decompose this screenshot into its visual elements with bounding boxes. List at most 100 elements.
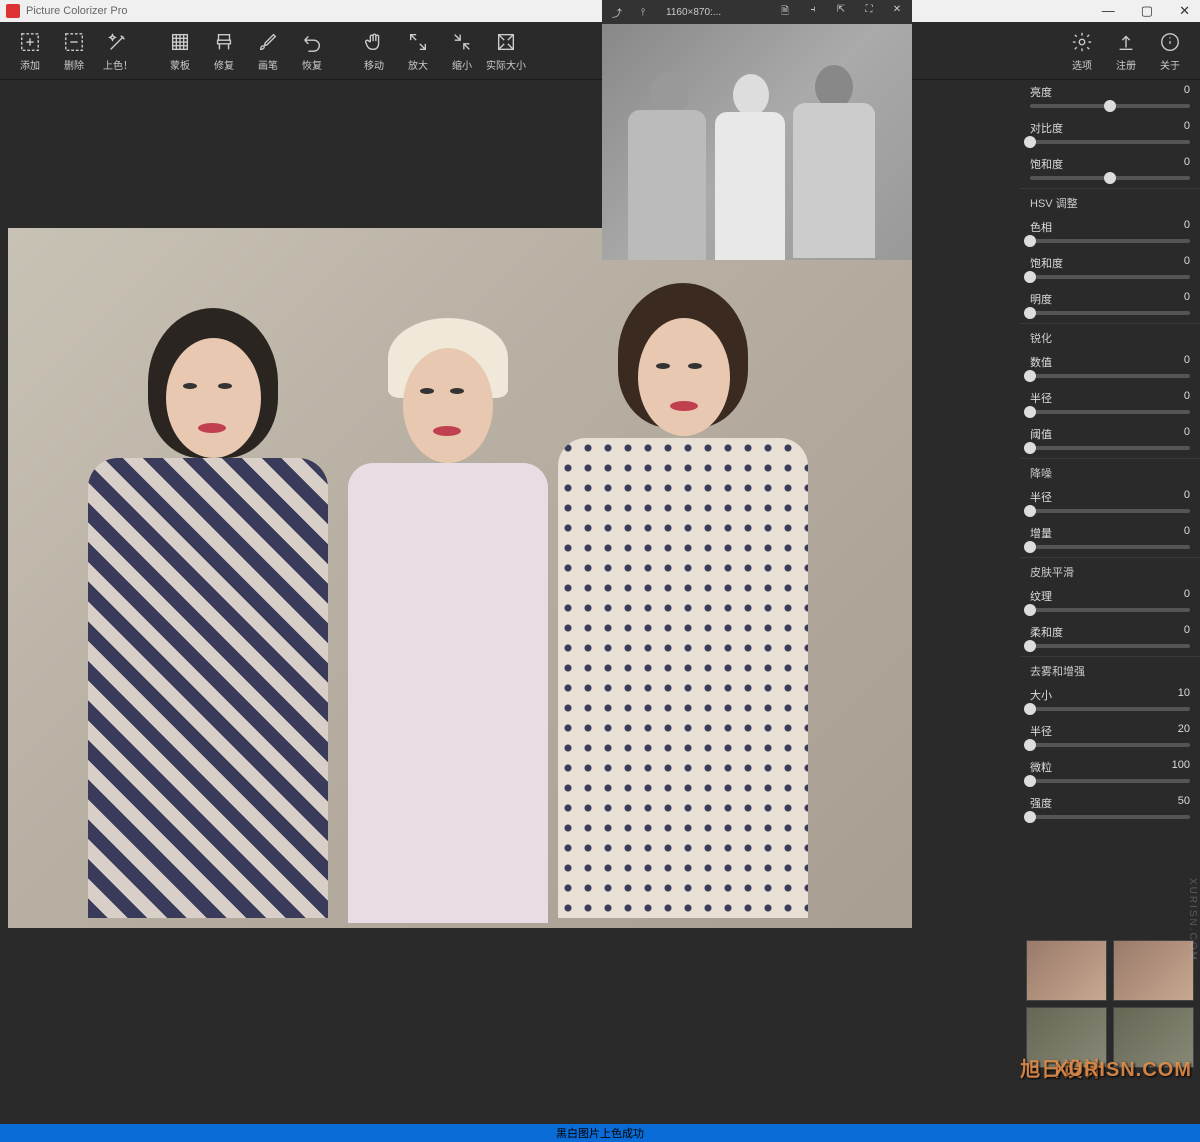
slider-thumb[interactable] [1024, 739, 1036, 751]
slider-track[interactable] [1030, 509, 1190, 513]
thumbnail-4[interactable] [1113, 1007, 1194, 1068]
slider-grain[interactable]: 微粒100 [1020, 755, 1200, 791]
slider-label: 饱和度 [1030, 255, 1063, 271]
slider-hue[interactable]: 色相0 [1020, 215, 1200, 251]
brush-button[interactable]: 画笔 [246, 26, 290, 76]
slider-val[interactable]: 明度0 [1020, 287, 1200, 323]
thumbnail-1[interactable] [1026, 940, 1107, 1001]
slider-texture[interactable]: 纹理0 [1020, 584, 1200, 620]
window-close-button[interactable]: ✕ [1175, 3, 1194, 19]
slider-thresh[interactable]: 阈值0 [1020, 422, 1200, 458]
register-button[interactable]: 注册 [1104, 26, 1148, 76]
slider-eradius[interactable]: 半径20 [1020, 719, 1200, 755]
tool-label: 删除 [64, 57, 84, 72]
move-button[interactable]: 移动 [352, 26, 396, 76]
remove-button[interactable]: 删除 [52, 26, 96, 76]
tool-label: 移动 [364, 57, 384, 72]
slider-thumb[interactable] [1024, 307, 1036, 319]
slider-track[interactable] [1030, 815, 1190, 819]
slider-value: 0 [1184, 588, 1190, 604]
preview-window[interactable]: ⤴ ⫯ 1160×870:... 🗎 ⫞ ⇱ ⛶ ✕ [602, 0, 912, 260]
slider-amount[interactable]: 数值0 [1020, 350, 1200, 386]
thumbnail-2[interactable] [1113, 940, 1194, 1001]
tool-label: 添加 [20, 57, 40, 72]
preview-lock-icon[interactable]: ⫯ [636, 7, 650, 18]
slider-thumb[interactable] [1024, 136, 1036, 148]
slider-soft[interactable]: 柔和度0 [1020, 620, 1200, 656]
slider-track[interactable] [1030, 446, 1190, 450]
slider-value: 10 [1178, 687, 1190, 703]
preview-fullscreen-icon[interactable]: ⛶ [862, 4, 876, 21]
slider-sat2[interactable]: 饱和度0 [1020, 251, 1200, 287]
slider-radius[interactable]: 半径0 [1020, 386, 1200, 422]
slider-thumb[interactable] [1024, 703, 1036, 715]
actual-icon [494, 30, 518, 54]
skin-section-header: 皮肤平滑 [1020, 557, 1200, 584]
about-button[interactable]: 关于 [1148, 26, 1192, 76]
tool-label: 缩小 [452, 57, 472, 72]
slider-track[interactable] [1030, 374, 1190, 378]
slider-track[interactable] [1030, 707, 1190, 711]
window-maximize-button[interactable]: ▢ [1137, 3, 1157, 19]
preview-dimensions: 1160×870:... [666, 7, 721, 18]
slider-track[interactable] [1030, 239, 1190, 243]
slider-label: 大小 [1030, 687, 1052, 703]
options-button[interactable]: 选项 [1060, 26, 1104, 76]
slider-thumb[interactable] [1024, 370, 1036, 382]
figure-1 [68, 288, 348, 928]
slider-track[interactable] [1030, 644, 1190, 648]
undo-button[interactable]: 恢复 [290, 26, 334, 76]
slider-track[interactable] [1030, 545, 1190, 549]
slider-saturation[interactable]: 饱和度0 [1020, 152, 1200, 188]
slider-value: 0 [1184, 291, 1190, 307]
slider-thumb[interactable] [1024, 406, 1036, 418]
preview-doc-icon[interactable]: 🗎 [778, 4, 792, 21]
slider-thumb[interactable] [1024, 640, 1036, 652]
slider-track[interactable] [1030, 140, 1190, 144]
slider-thumb[interactable] [1024, 505, 1036, 517]
window-minimize-button[interactable]: — [1098, 3, 1119, 19]
thumbnail-3[interactable] [1026, 1007, 1107, 1068]
preview-fit-icon[interactable]: ⫞ [806, 4, 820, 21]
slider-track[interactable] [1030, 275, 1190, 279]
preview-share-icon[interactable]: ⇱ [834, 4, 848, 21]
slider-contrast[interactable]: 对比度0 [1020, 116, 1200, 152]
slider-track[interactable] [1030, 176, 1190, 180]
colorize-button[interactable]: 上色！ [96, 26, 140, 76]
slider-track[interactable] [1030, 779, 1190, 783]
main-canvas[interactable] [8, 228, 912, 928]
zoomin-button[interactable]: 放大 [396, 26, 440, 76]
slider-label: 增量 [1030, 525, 1052, 541]
slider-thumb[interactable] [1024, 775, 1036, 787]
slider-thumb[interactable] [1104, 100, 1116, 112]
slider-thumb[interactable] [1024, 235, 1036, 247]
slider-nr_radius[interactable]: 半径0 [1020, 485, 1200, 521]
slider-thumb[interactable] [1024, 811, 1036, 823]
preview-pin-icon[interactable]: ⤴ [610, 5, 624, 20]
slider-thumb[interactable] [1024, 271, 1036, 283]
slider-label: 半径 [1030, 723, 1052, 739]
add-button[interactable]: 添加 [8, 26, 52, 76]
slider-value: 0 [1184, 525, 1190, 541]
thumbnail-grid [1020, 934, 1200, 1074]
actual-button[interactable]: 实际大小 [484, 26, 528, 76]
slider-thumb[interactable] [1024, 442, 1036, 454]
slider-track[interactable] [1030, 743, 1190, 747]
slider-brightness[interactable]: 亮度0 [1020, 80, 1200, 116]
zoomout-button[interactable]: 缩小 [440, 26, 484, 76]
slider-strength[interactable]: 强度50 [1020, 791, 1200, 827]
mask-button[interactable]: 蒙板 [158, 26, 202, 76]
slider-nr_amount[interactable]: 增量 0 [1020, 521, 1200, 557]
slider-track[interactable] [1030, 608, 1190, 612]
preview-image [602, 24, 912, 260]
preview-close-icon[interactable]: ✕ [890, 4, 904, 21]
slider-size[interactable]: 大小 10 [1020, 683, 1200, 719]
slider-thumb[interactable] [1104, 172, 1116, 184]
slider-thumb[interactable] [1024, 604, 1036, 616]
slider-track[interactable] [1030, 410, 1190, 414]
restore-button[interactable]: 修复 [202, 26, 246, 76]
slider-thumb[interactable] [1024, 541, 1036, 553]
slider-track[interactable] [1030, 311, 1190, 315]
slider-track[interactable] [1030, 104, 1190, 108]
denoise-section-header: 降噪 [1020, 458, 1200, 485]
